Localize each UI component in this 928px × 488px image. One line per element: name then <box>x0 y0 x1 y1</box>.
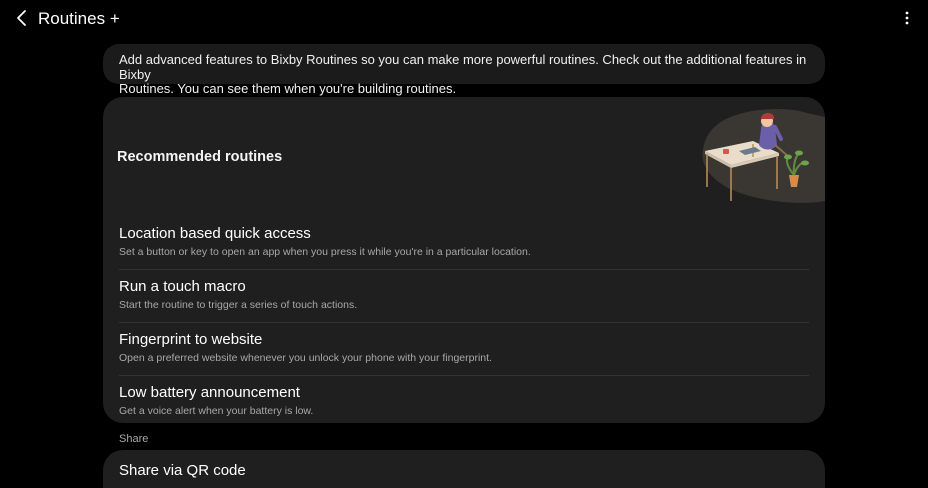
list-item-title: Fingerprint to website <box>119 331 263 348</box>
more-vertical-icon <box>905 11 909 30</box>
list-item-description: Start the routine to trigger a series of… <box>119 299 358 311</box>
app-bar: Routines + <box>0 0 928 40</box>
back-button[interactable] <box>10 8 34 32</box>
list-item-fingerprint-website[interactable]: Fingerprint to website Open a preferred … <box>119 323 809 375</box>
share-section-label: Share <box>119 433 149 445</box>
list-item-low-battery[interactable]: Low battery announcement Get a voice ale… <box>119 376 809 423</box>
share-via-qr-code-label: Share via QR code <box>119 462 246 479</box>
list-item-title: Low battery announcement <box>119 384 300 401</box>
recommended-routines-list: Location based quick access Set a button… <box>103 217 825 423</box>
list-item-description: Open a preferred website whenever you un… <box>119 352 492 364</box>
list-item-title: Run a touch macro <box>119 278 246 295</box>
person-at-desk-illustration <box>695 105 825 205</box>
info-card: Add advanced features to Bixby Routines … <box>103 44 825 96</box>
page-title: Routines + <box>38 9 120 28</box>
list-item-description: Get a voice alert when your battery is l… <box>119 405 314 417</box>
list-item-description: Set a button or key to open an app when … <box>119 246 531 258</box>
list-item-location-quick-access[interactable]: Location based quick access Set a button… <box>119 217 809 269</box>
routines-plus-screen: Routines + Add advanced features to Bixb… <box>0 0 928 488</box>
chevron-left-icon <box>15 9 29 32</box>
recommended-routines-card: Recommended routines Location based quic… <box>103 97 825 423</box>
list-item-title: Location based quick access <box>119 225 311 242</box>
info-text-line1: Add advanced features to Bixby Routines … <box>119 52 807 82</box>
list-item-touch-macro[interactable]: Run a touch macro Start the routine to t… <box>119 270 809 322</box>
recommended-routines-title: Recommended routines <box>117 149 283 165</box>
share-via-qr-code-button[interactable]: Share via QR code <box>103 450 825 488</box>
info-text-line2: Routines. You can see them when you're b… <box>119 81 457 96</box>
more-options-button[interactable] <box>898 8 916 32</box>
